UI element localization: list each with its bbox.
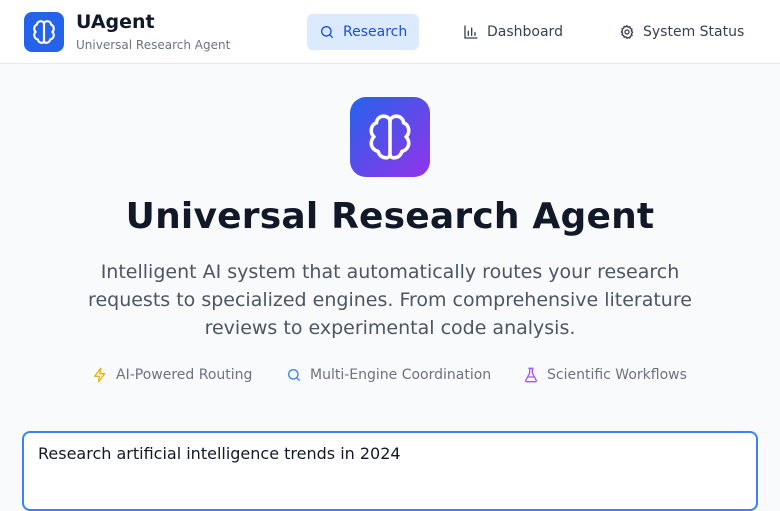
gear-icon	[620, 25, 634, 39]
feature-label: AI-Powered Routing	[116, 367, 253, 383]
hero-logo	[350, 97, 430, 177]
brain-icon	[369, 114, 411, 160]
nav-system-status-label: System Status	[643, 24, 745, 40]
brand-name: UAgent	[76, 11, 155, 33]
lightning-icon	[94, 367, 106, 383]
search-icon	[288, 369, 300, 381]
feature-scientific-workflows: Scientific Workflows	[523, 365, 687, 385]
nav-research-button[interactable]: Research	[307, 14, 419, 50]
bar-chart-icon	[464, 25, 478, 39]
hero-description: Intelligent AI system that automatically…	[88, 261, 692, 339]
top-header: UAgent Universal Research Agent Research…	[0, 0, 780, 64]
app-logo[interactable]	[24, 12, 64, 52]
research-query-input[interactable]: Research artificial intelligence trends …	[22, 431, 758, 511]
feature-label: Multi-Engine Coordination	[310, 367, 492, 383]
feature-label: Scientific Workflows	[547, 367, 687, 383]
hero-title: Universal Research Agent	[125, 196, 655, 237]
flask-icon	[525, 367, 537, 383]
nav-research-label: Research	[343, 24, 408, 40]
nav-dashboard-button[interactable]: Dashboard	[452, 14, 574, 50]
brand-subtitle: Universal Research Agent	[76, 38, 231, 52]
feature-ai-routing: AI-Powered Routing	[92, 365, 252, 385]
brain-icon	[33, 20, 55, 44]
feature-multi-engine: Multi-Engine Coordination	[286, 365, 491, 385]
nav-system-status-button[interactable]: System Status	[608, 14, 758, 50]
nav-dashboard-label: Dashboard	[487, 24, 563, 40]
search-icon	[321, 26, 333, 38]
